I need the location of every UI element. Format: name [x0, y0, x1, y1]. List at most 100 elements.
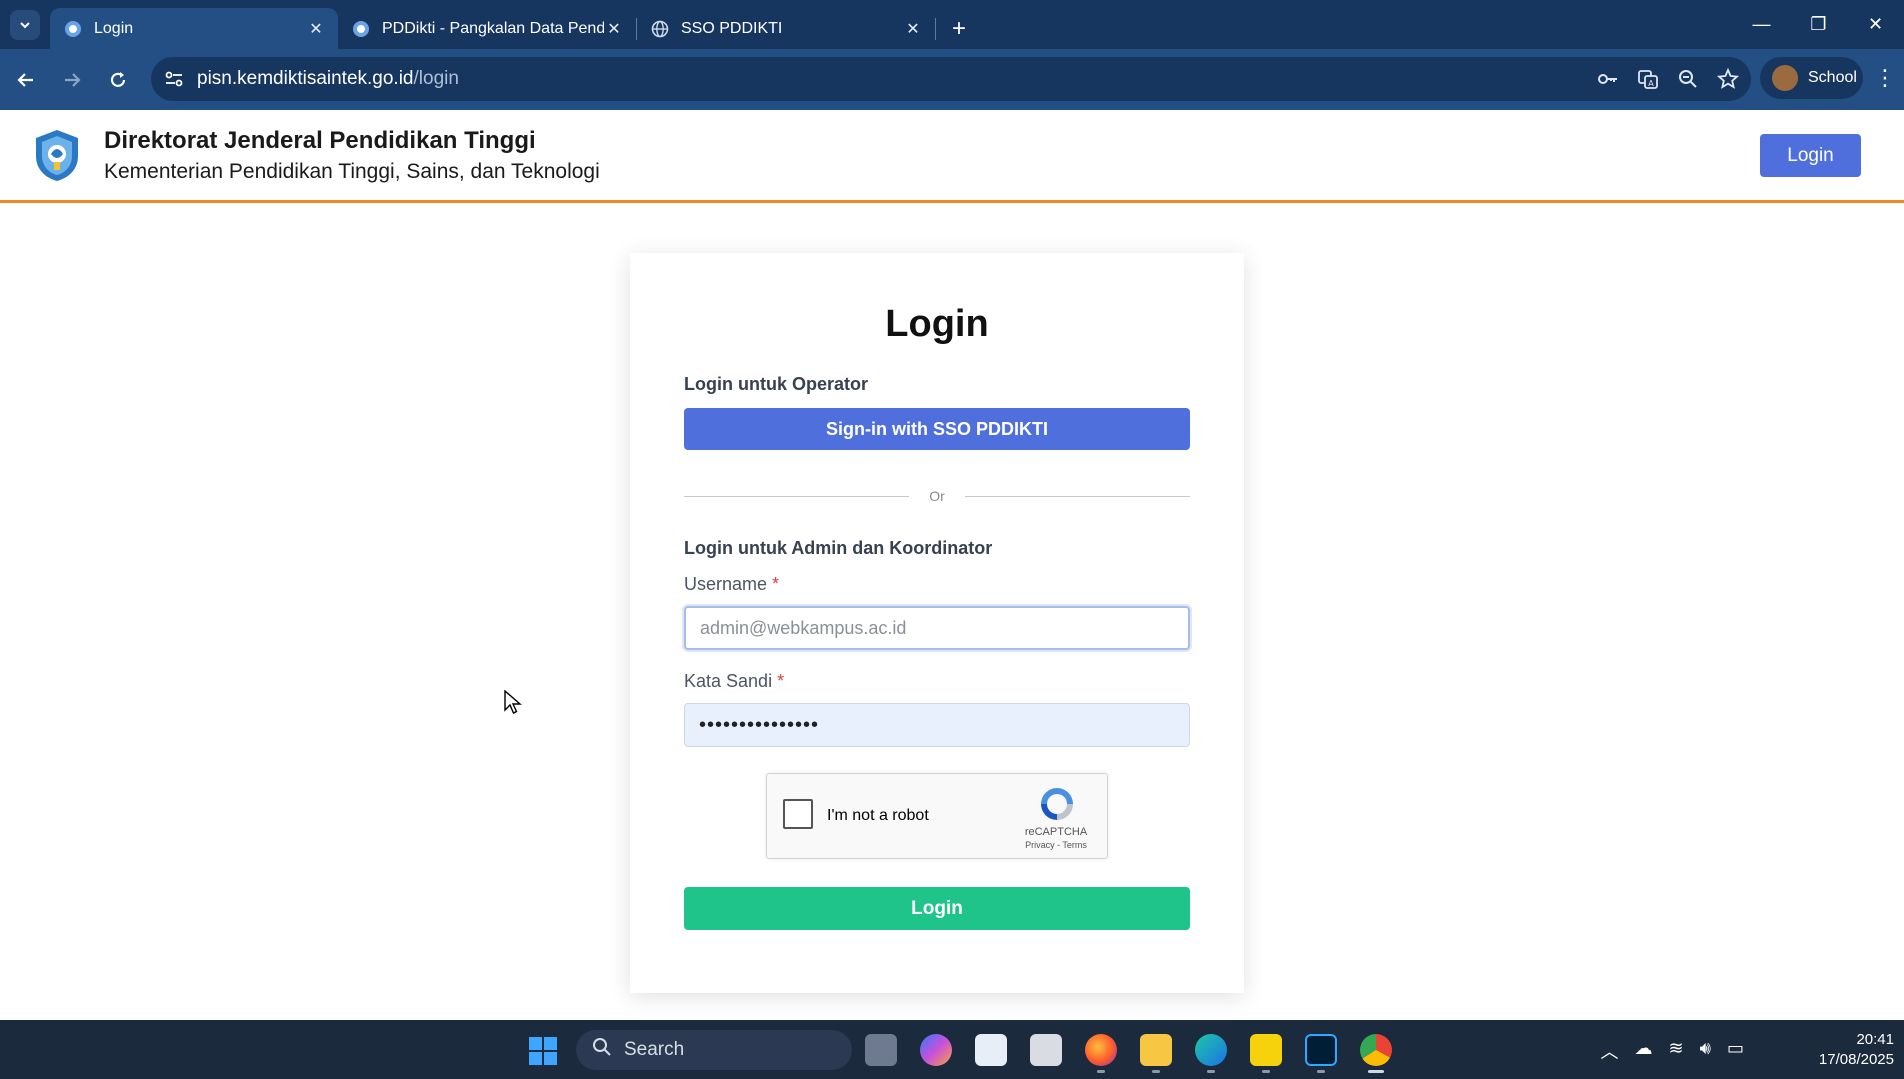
sso-signin-button[interactable]: Sign-in with SSO PDDIKTI: [684, 408, 1190, 450]
recaptcha-logo-icon: [1041, 788, 1073, 820]
site-subtitle: Kementerian Pendidikan Tinggi, Sains, da…: [104, 160, 600, 183]
site-title: Direktorat Jenderal Pendidikan Tinggi: [104, 127, 536, 154]
password-value: •••••••••••••••: [699, 713, 820, 736]
tab-title: SSO PDDIKTI: [681, 19, 783, 37]
address-bar[interactable]: pisn.kemdiktisaintek.go.id/login A: [151, 57, 1751, 101]
page-content: Login Login untuk Operator Sign-in with …: [0, 206, 1904, 1020]
bookmark-star-icon[interactable]: [1717, 68, 1739, 90]
windows-taskbar: Search ︿ ☁ ≋ 🔊︎ ▭ 20:41 17/08/2025: [0, 1020, 1904, 1079]
sticky-notes-icon[interactable]: [1250, 1034, 1282, 1066]
required-mark: *: [772, 574, 780, 594]
address-bar-actions: A: [1597, 57, 1739, 101]
wifi-icon[interactable]: ≋: [1669, 1038, 1684, 1064]
username-placeholder: admin@webkampus.ac.id: [700, 617, 907, 638]
password-input[interactable]: •••••••••••••••: [684, 703, 1190, 747]
admin-section-label: Login untuk Admin dan Koordinator: [684, 538, 993, 558]
password-label-text: Kata Sandi: [684, 671, 773, 691]
onedrive-cloud-icon[interactable]: ☁: [1635, 1038, 1653, 1064]
chevron-up-icon[interactable]: ︿: [1601, 1038, 1619, 1064]
close-tab-icon[interactable]: ✕: [306, 19, 326, 39]
profile-label: School: [1808, 69, 1857, 86]
svg-text:A: A: [1648, 79, 1654, 88]
taskbar-clock[interactable]: 20:41 17/08/2025: [1819, 1030, 1894, 1070]
header-login-button[interactable]: Login: [1760, 134, 1861, 177]
recaptcha-widget: I'm not a robot reCAPTCHA Privacy - Term…: [766, 773, 1108, 859]
divider-line: [965, 496, 1190, 497]
tab-login[interactable]: Login ✕: [50, 8, 338, 49]
tab-title: PDDikti - Pangkalan Data Pendi: [382, 19, 604, 37]
chrome-icon[interactable]: [1360, 1034, 1392, 1066]
back-button[interactable]: [6, 60, 46, 100]
minimize-icon[interactable]: —: [1733, 0, 1790, 49]
file-explorer-icon[interactable]: [1140, 1034, 1172, 1066]
mouse-cursor-icon: [504, 690, 522, 714]
taskbar-search-label: Search: [624, 1039, 685, 1060]
restore-icon[interactable]: ❐: [1790, 0, 1847, 49]
close-tab-icon[interactable]: ✕: [604, 19, 624, 39]
site-info-icon[interactable]: [163, 68, 185, 90]
reload-icon: [110, 71, 126, 87]
profile-button[interactable]: School: [1760, 57, 1863, 99]
tut-wuri-favicon-icon: [353, 20, 369, 37]
tab-pddikti[interactable]: PDDikti - Pangkalan Data Pendi ✕: [338, 8, 636, 49]
url-text: pisn.kemdiktisaintek.go.id/login: [197, 68, 459, 90]
recaptcha-checkbox[interactable]: [783, 799, 813, 829]
clock-date: 17/08/2025: [1818, 1051, 1894, 1068]
browser-tab-bar: Login ✕ PDDikti - Pangkalan Data Pendi ✕…: [0, 0, 1904, 49]
translate-icon[interactable]: A: [1637, 68, 1659, 90]
new-tab-button[interactable]: +: [944, 15, 974, 43]
tab-separator: [935, 17, 936, 40]
browser-toolbar: pisn.kemdiktisaintek.go.id/login A Schoo…: [0, 49, 1904, 110]
recaptcha-brand: reCAPTCHA: [1024, 826, 1088, 838]
active-app-indicator: [1368, 1070, 1384, 1073]
window-controls: — ❐ ✕: [1733, 0, 1904, 49]
close-tab-icon[interactable]: ✕: [903, 19, 923, 39]
avatar: [1772, 65, 1798, 91]
edge-icon[interactable]: [1195, 1034, 1227, 1066]
tab-title: Login: [94, 19, 134, 37]
reload-button[interactable]: [98, 60, 138, 100]
running-indicator: [1207, 1070, 1215, 1073]
zoom-out-icon[interactable]: [1677, 68, 1699, 90]
login-card: Login Login untuk Operator Sign-in with …: [630, 253, 1244, 993]
close-window-icon[interactable]: ✕: [1847, 0, 1904, 49]
login-submit-button[interactable]: Login: [684, 887, 1190, 930]
login-title: Login: [885, 303, 989, 345]
password-key-icon[interactable]: [1597, 68, 1619, 90]
site-header: Direktorat Jenderal Pendidikan Tinggi Ke…: [0, 110, 1904, 203]
username-input[interactable]: admin@webkampus.ac.id: [684, 606, 1190, 650]
running-indicator: [1262, 1070, 1270, 1073]
username-label: Username *: [684, 574, 779, 595]
firefox-icon[interactable]: [1085, 1034, 1117, 1066]
system-tray: ︿ ☁ ≋ 🔊︎ ▭: [1601, 1038, 1744, 1064]
tab-search-button[interactable]: [10, 9, 40, 40]
windows-start-icon[interactable]: [528, 1036, 558, 1066]
kemdikbud-logo-icon: [36, 130, 78, 181]
back-arrow-icon: [17, 72, 33, 87]
chevron-down-icon: [20, 21, 30, 28]
required-mark: *: [777, 671, 785, 691]
task-view-icon[interactable]: [865, 1034, 897, 1066]
recaptcha-label: I'm not a robot: [827, 807, 929, 824]
microsoft-store-icon[interactable]: [975, 1034, 1007, 1066]
clock-time: 20:41: [1856, 1031, 1894, 1048]
forward-arrow-icon: [65, 72, 81, 87]
browser-menu-icon[interactable]: ⋮: [1874, 65, 1896, 91]
running-indicator: [1152, 1070, 1160, 1073]
running-indicator: [1097, 1070, 1105, 1073]
volume-icon[interactable]: 🔊︎: [1700, 1038, 1711, 1064]
running-indicator: [1317, 1070, 1325, 1073]
taskbar-search[interactable]: Search: [576, 1030, 852, 1070]
tut-wuri-favicon-icon: [65, 20, 81, 37]
username-label-text: Username: [684, 574, 768, 594]
copilot-icon[interactable]: [920, 1034, 952, 1066]
operator-section-label: Login untuk Operator: [684, 374, 868, 394]
amazon-icon[interactable]: [1030, 1034, 1062, 1066]
password-label: Kata Sandi *: [684, 671, 784, 692]
recaptcha-terms-link[interactable]: Privacy - Terms: [1013, 840, 1099, 850]
tab-sso-pddikti[interactable]: SSO PDDIKTI ✕: [637, 8, 935, 49]
or-divider: Or: [684, 486, 1190, 506]
battery-icon[interactable]: ▭: [1727, 1038, 1744, 1064]
photoshop-icon[interactable]: [1305, 1034, 1337, 1066]
forward-button[interactable]: [52, 60, 92, 100]
